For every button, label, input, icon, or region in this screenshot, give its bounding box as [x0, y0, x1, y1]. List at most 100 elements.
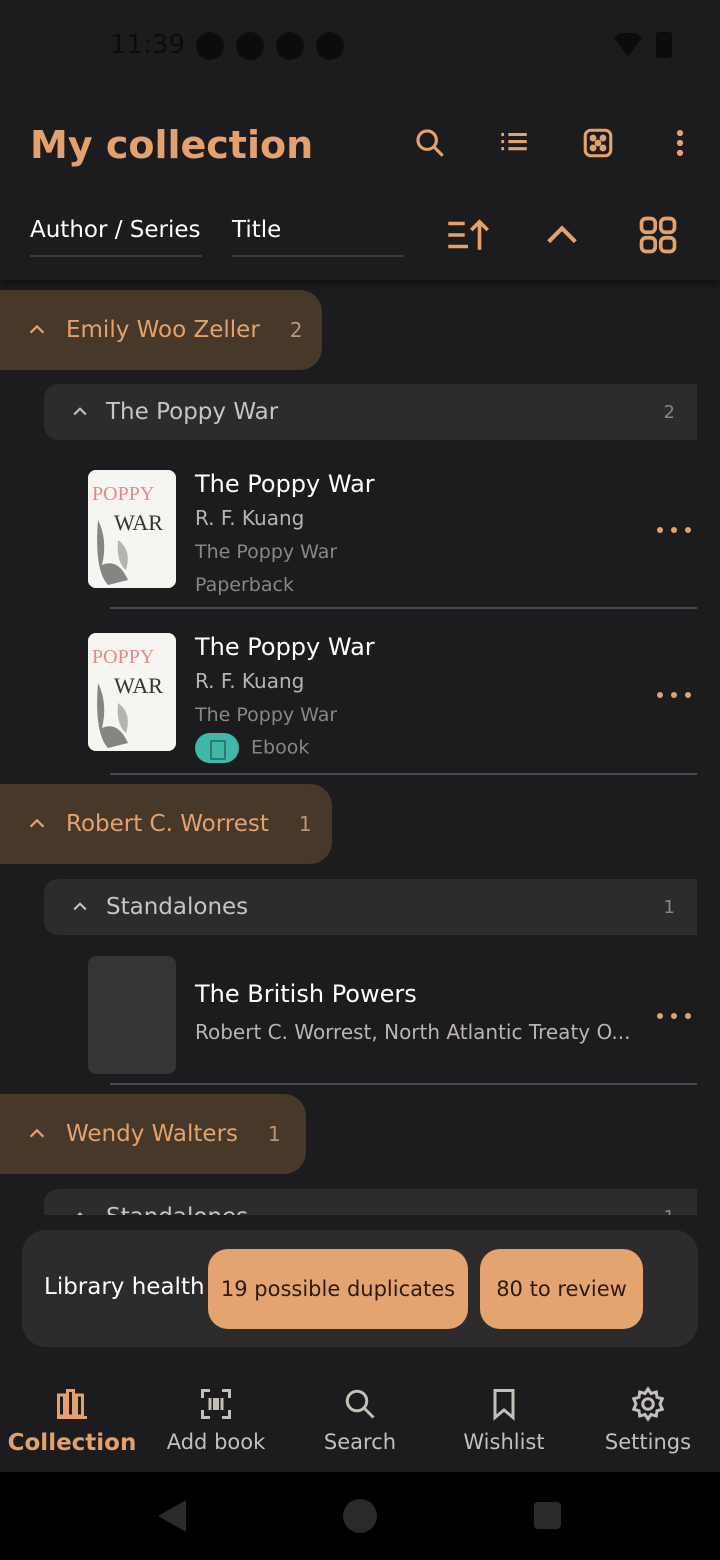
author-count: 1: [268, 1122, 281, 1146]
recents-icon[interactable]: [534, 1502, 561, 1529]
duplicates-chip[interactable]: 19 possible duplicates: [208, 1249, 468, 1329]
book-series: The Poppy War: [195, 541, 338, 563]
svg-text:POPPY: POPPY: [92, 483, 154, 505]
more-horiz-icon[interactable]: [657, 683, 691, 707]
book-item[interactable]: The British Powers Robert C. Worrest, No…: [88, 956, 697, 1074]
author-group-header[interactable]: Wendy Walters 1: [0, 1094, 306, 1174]
search-icon[interactable]: [410, 123, 450, 163]
gear-icon: [631, 1386, 665, 1422]
chevron-up-icon: [73, 902, 87, 911]
nav-add-book-label: Add book: [166, 1430, 266, 1454]
grid-icon[interactable]: [634, 213, 682, 257]
library-health-card: Library health 19 possible duplicates 80…: [22, 1230, 698, 1347]
book-cover-image: POPPY WAR: [88, 633, 176, 751]
chevron-up-icon: [29, 1128, 45, 1138]
book-author: Robert C. Worrest, North Atlantic Treaty…: [195, 1020, 631, 1044]
system-navigation-bar: [0, 1472, 720, 1560]
tab-author-series[interactable]: Author / Series: [30, 217, 202, 257]
svg-text:POPPY: POPPY: [92, 646, 154, 668]
more-horiz-icon[interactable]: [657, 1004, 691, 1028]
nav-wishlist-label: Wishlist: [463, 1430, 545, 1454]
status-time: 11:39: [110, 30, 185, 60]
author-name: Wendy Walters: [66, 1121, 239, 1147]
book-title: The Poppy War: [195, 633, 375, 661]
more-vert-icon[interactable]: [660, 123, 700, 163]
chevron-up-icon: [29, 818, 45, 828]
back-icon[interactable]: [158, 1500, 186, 1532]
info-icon: [276, 32, 304, 60]
book-title: The British Powers: [195, 980, 417, 1008]
review-chip[interactable]: 80 to review: [480, 1249, 643, 1329]
book-series: The Poppy War: [195, 704, 338, 726]
book-item[interactable]: POPPY WAR The Poppy War R. F. Kuang The …: [88, 633, 697, 763]
divider: [110, 1083, 697, 1085]
home-icon[interactable]: [343, 1499, 377, 1533]
svg-text:WAR: WAR: [114, 510, 163, 535]
status-icons: [196, 32, 344, 60]
notification-icon: [236, 32, 264, 60]
library-icon: [57, 1389, 87, 1419]
book-format: Paperback: [195, 574, 294, 596]
series-name: Standalones: [106, 894, 249, 920]
series-group-header[interactable]: Standalones 1: [44, 1189, 697, 1215]
bookmark-icon: [493, 1389, 515, 1421]
nav-add-book[interactable]: Add book: [144, 1386, 288, 1454]
chevron-up-icon: [77, 1212, 83, 1215]
battery-icon: [656, 32, 672, 58]
chevron-up-icon: [73, 407, 87, 416]
nav-settings[interactable]: Settings: [576, 1386, 720, 1454]
tab-title[interactable]: Title: [232, 217, 404, 257]
series-group-header[interactable]: Standalones 1: [44, 879, 697, 935]
book-cover: POPPY WAR: [88, 633, 176, 751]
svg-text:WAR: WAR: [114, 673, 163, 698]
sort-icon[interactable]: [444, 213, 492, 257]
wifi-icon: [614, 33, 642, 57]
author-group-header[interactable]: Robert C. Worrest 1: [0, 784, 332, 864]
dice-icon[interactable]: [578, 123, 618, 163]
book-format: Ebook: [251, 736, 310, 759]
nav-settings-label: Settings: [604, 1430, 692, 1454]
author-name: Robert C. Worrest: [66, 811, 269, 837]
author-count: 1: [298, 812, 312, 836]
book-title: The Poppy War: [195, 470, 375, 498]
book-format-row: Ebook: [195, 733, 309, 763]
series-name: Standalones: [106, 1204, 248, 1215]
divider: [110, 773, 697, 775]
divider: [110, 607, 697, 609]
status-right: [614, 32, 672, 58]
book-author: R. F. Kuang: [195, 506, 305, 530]
play-store-icon: [316, 32, 344, 60]
page-title: My collection: [30, 123, 314, 167]
chevron-up-icon: [29, 324, 45, 334]
ebook-icon: [195, 733, 239, 763]
chevron-up-icon[interactable]: [538, 213, 586, 257]
series-name: The Poppy War: [106, 399, 279, 425]
bottom-navigation: Collection Add book Search Wishlist Sett…: [0, 1370, 720, 1472]
collection-list[interactable]: Emily Woo Zeller 2 The Poppy War 2 POPPY…: [0, 280, 720, 1215]
series-group-header[interactable]: The Poppy War 2: [44, 384, 697, 440]
book-cover-placeholder: [88, 956, 176, 1074]
nav-wishlist[interactable]: Wishlist: [432, 1386, 576, 1454]
series-count: 1: [664, 1207, 675, 1216]
nav-collection[interactable]: Collection: [0, 1386, 144, 1456]
search-icon: [345, 1389, 375, 1419]
book-cover-image: POPPY WAR: [88, 470, 176, 588]
more-horiz-icon[interactable]: [657, 518, 691, 542]
nav-collection-label: Collection: [7, 1430, 137, 1456]
book-item[interactable]: POPPY WAR The Poppy War R. F. Kuang The …: [88, 470, 697, 596]
nav-search[interactable]: Search: [288, 1386, 432, 1454]
book-author: R. F. Kuang: [195, 669, 305, 693]
list-icon[interactable]: [494, 123, 534, 163]
series-count: 2: [663, 401, 675, 423]
author-count: 2: [289, 318, 303, 342]
author-group-header[interactable]: Emily Woo Zeller 2: [0, 290, 322, 370]
series-count: 1: [663, 896, 675, 918]
notification-icon: [196, 32, 224, 60]
library-health-label: Library health: [44, 1274, 205, 1300]
book-cover: POPPY WAR: [88, 470, 176, 588]
barcode-scan-icon: [201, 1389, 231, 1419]
author-name: Emily Woo Zeller: [66, 317, 260, 343]
app-header: My collection Author / Series Title: [0, 95, 720, 280]
status-bar: 11:39: [0, 0, 720, 95]
nav-search-label: Search: [323, 1430, 397, 1454]
